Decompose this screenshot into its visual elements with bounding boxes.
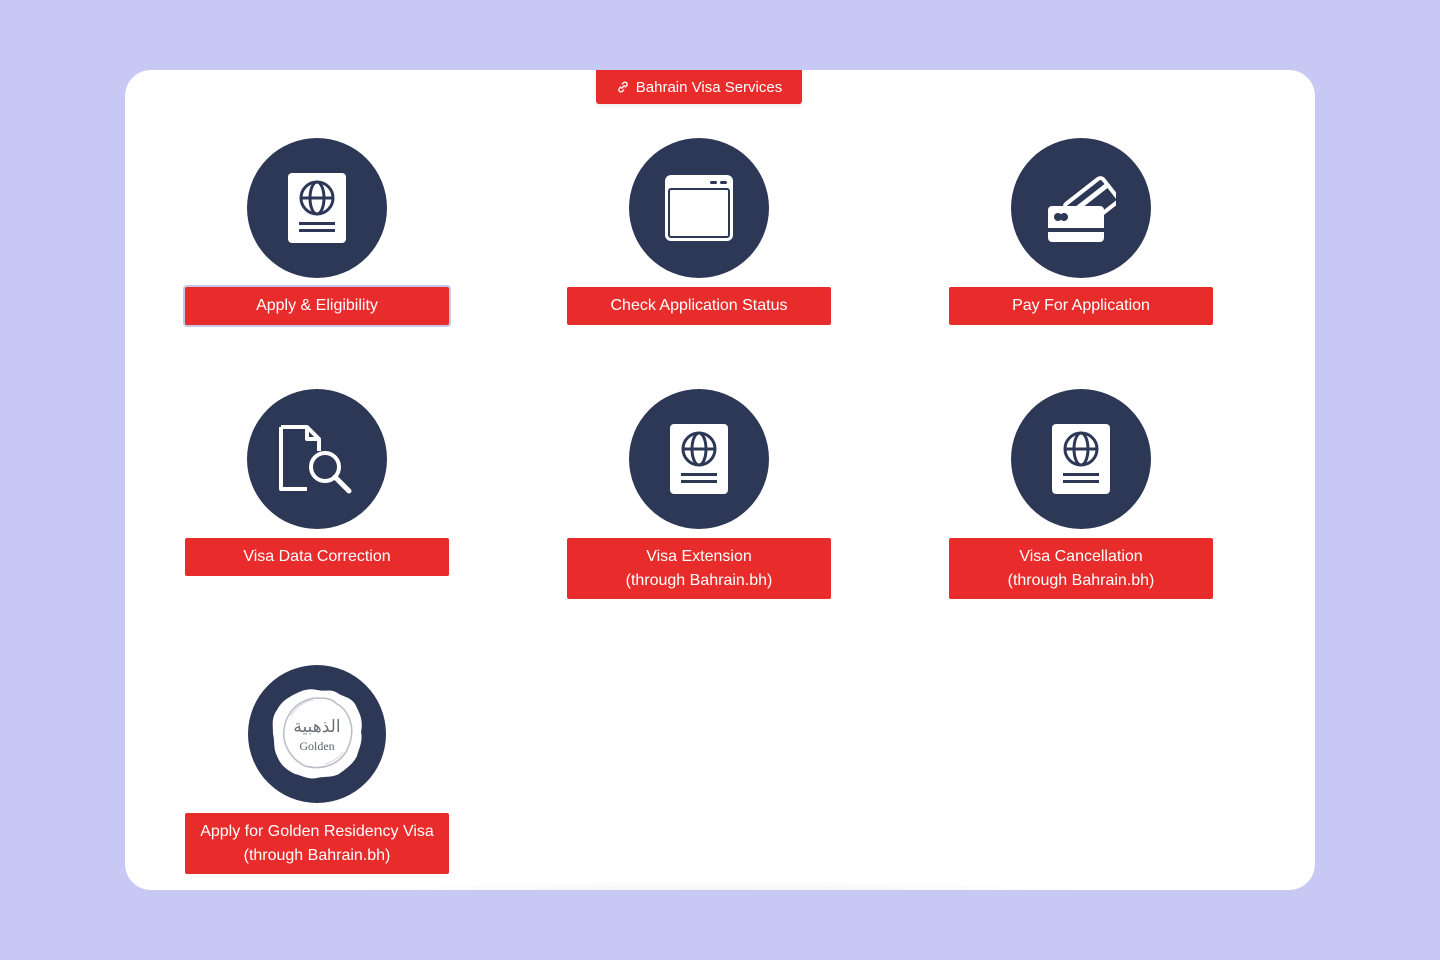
seal-arabic-text: الذهبية xyxy=(293,717,340,737)
visa-cancellation-button[interactable]: Visa Cancellation (through Bahrain.bh) xyxy=(949,538,1213,599)
services-card: Bahrain Visa Services Apply & Eligibilit… xyxy=(125,70,1315,890)
passport-icon xyxy=(288,173,346,243)
document-search-icon xyxy=(279,425,352,494)
pay-for-application-button[interactable]: Pay For Application xyxy=(949,287,1213,325)
service-icon-circle xyxy=(247,389,387,529)
card-bottom-shadow xyxy=(305,880,1135,890)
bahrain-visa-services-tab[interactable]: Bahrain Visa Services xyxy=(596,70,802,104)
service-icon-circle xyxy=(247,138,387,278)
service-icon-circle xyxy=(629,389,769,529)
passport-icon xyxy=(1052,424,1110,494)
seal-golden-text: Golden xyxy=(299,739,334,753)
service-icon-circle xyxy=(1011,138,1151,278)
visa-data-correction-button[interactable]: Visa Data Correction xyxy=(185,538,449,576)
passport-icon xyxy=(670,424,728,494)
service-icon-circle: الذهبية Golden xyxy=(248,665,386,803)
apply-golden-residency-visa-button[interactable]: Apply for Golden Residency Visa (through… xyxy=(185,813,449,874)
visa-extension-button[interactable]: Visa Extension (through Bahrain.bh) xyxy=(567,538,831,599)
check-application-status-button[interactable]: Check Application Status xyxy=(567,287,831,325)
credit-cards-icon xyxy=(1048,176,1116,242)
service-icon-circle xyxy=(1011,389,1151,529)
golden-seal-icon: الذهبية Golden xyxy=(272,689,362,779)
browser-window-icon xyxy=(665,175,733,241)
link-icon xyxy=(618,81,628,93)
apply-eligibility-button[interactable]: Apply & Eligibility xyxy=(185,287,449,325)
service-icon-circle xyxy=(629,138,769,278)
header-tab-label: Bahrain Visa Services xyxy=(635,78,783,96)
